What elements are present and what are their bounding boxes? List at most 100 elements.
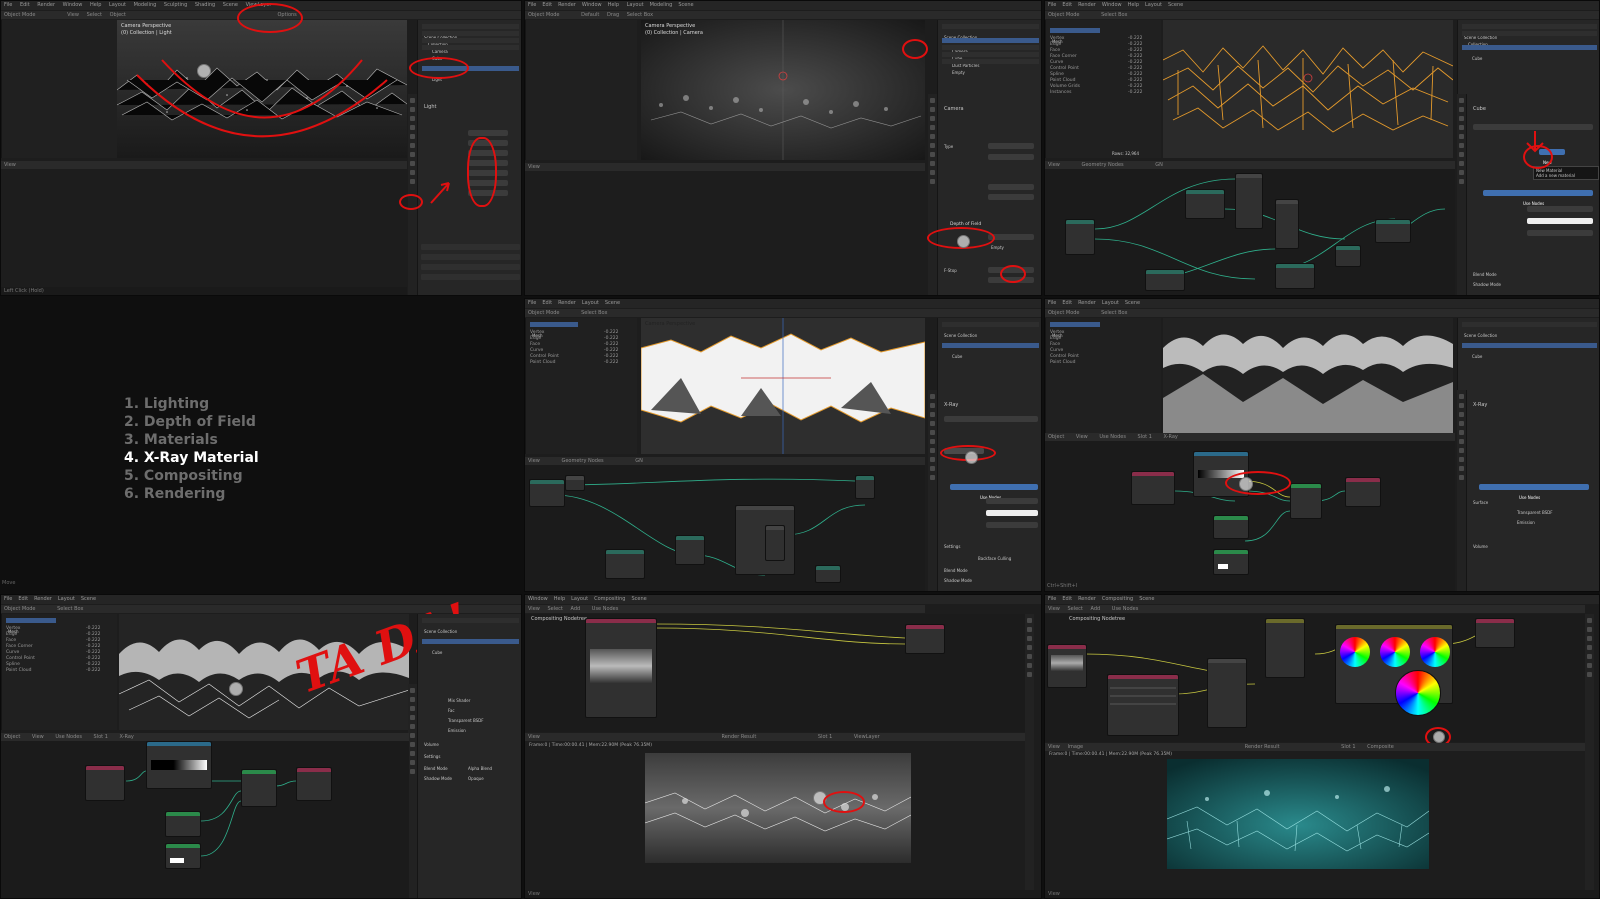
outliner-particles-2[interactable]: Dust Particles: [942, 52, 1039, 68]
spreadsheet-mesh-4[interactable]: Mesh: [530, 322, 578, 338]
light-subpanel-4[interactable]: [421, 274, 520, 280]
spreadsheet-mesh-6[interactable]: Mesh: [6, 618, 56, 634]
outliner-scene-collection[interactable]: Scene Collection: [422, 24, 519, 40]
final-teal-render[interactable]: [1167, 759, 1429, 869]
color-field[interactable]: [1527, 218, 1593, 224]
render-image-7[interactable]: [645, 753, 911, 863]
menu-render[interactable]: Render: [37, 2, 55, 8]
properties-tabs-6[interactable]: [408, 684, 417, 898]
material-output-node-5[interactable]: [1345, 477, 1381, 507]
light-subpanel-2[interactable]: [421, 254, 520, 260]
backface-label-4[interactable]: Backface Culling: [978, 556, 1011, 561]
surface-value-6[interactable]: Mix Shader: [448, 698, 470, 703]
mode-select[interactable]: Object Mode: [4, 12, 36, 18]
outliner-camera-2[interactable]: Camera: [942, 38, 1039, 54]
material-slot-4[interactable]: [944, 416, 1038, 422]
outliner-collection-3[interactable]: Collection: [1462, 31, 1597, 47]
color-wheel-gain[interactable]: [1420, 637, 1450, 667]
composite-node[interactable]: [905, 624, 945, 654]
tab-shading[interactable]: Shading: [195, 2, 215, 8]
mix-shader-node-6[interactable]: [241, 769, 277, 807]
use-nodes-button-4[interactable]: Use Nodes: [950, 484, 1038, 500]
mix-shader-node-5[interactable]: [1290, 483, 1322, 519]
shader-a-5[interactable]: Transparent BSDF: [1517, 510, 1553, 515]
shader-b-6[interactable]: Emission: [448, 728, 466, 733]
light-subpanel-1[interactable]: [421, 244, 520, 250]
properties-tabs-2[interactable]: [928, 94, 937, 295]
viewport-3d[interactable]: Camera Perspective (0) Collection | Ligh…: [117, 20, 407, 158]
geometry-node-editor-4[interactable]: [525, 465, 925, 591]
tab-modeling[interactable]: Modeling: [134, 2, 157, 8]
layer-weight-node-5[interactable]: [1131, 471, 1175, 505]
select-menu[interactable]: Select: [87, 12, 102, 18]
shift-y-field[interactable]: [988, 194, 1034, 200]
color-picker-wheel[interactable]: [1395, 670, 1441, 716]
layer-weight-node-6[interactable]: [85, 765, 125, 801]
gn-node-4b[interactable]: [565, 475, 585, 491]
compositor-sidebar-8[interactable]: [1585, 614, 1594, 898]
gn-node-4f[interactable]: [765, 525, 785, 561]
mix-node-8[interactable]: [1265, 618, 1305, 678]
viewport-3d-3[interactable]: [1163, 20, 1453, 158]
gn-node-g[interactable]: [1335, 245, 1361, 267]
outliner-collection[interactable]: Collection: [422, 31, 519, 47]
geometry-node-editor[interactable]: [1045, 169, 1455, 295]
outliner-cube-2[interactable]: Cube: [942, 45, 1039, 61]
render-layers-node[interactable]: [585, 618, 657, 718]
outliner-scene-6[interactable]: Scene Collection: [422, 618, 519, 634]
outliner-scene-5[interactable]: Scene Collection: [1462, 322, 1597, 338]
shadow-value-6[interactable]: Opaque: [468, 776, 484, 781]
outliner-cube-6[interactable]: Cube: [422, 639, 519, 655]
color-field-4[interactable]: [986, 510, 1038, 516]
blend-value-6[interactable]: Alpha Blend: [468, 766, 492, 771]
shift-x-field[interactable]: [988, 184, 1034, 190]
surface-field[interactable]: [1527, 206, 1593, 212]
fac-6[interactable]: Fac: [448, 708, 455, 713]
gn-node-input[interactable]: [1065, 219, 1095, 255]
menu-edit[interactable]: Edit: [20, 2, 30, 8]
outliner-camera[interactable]: Camera: [422, 38, 519, 54]
light-field-1[interactable]: [468, 130, 508, 136]
properties-tabs-3[interactable]: [1457, 94, 1466, 295]
gn-node-4a[interactable]: [529, 479, 565, 507]
outliner-scene-3[interactable]: Scene Collection: [1462, 24, 1597, 40]
shader-a-6[interactable]: Transparent BSDF: [448, 718, 484, 723]
camera-type-field[interactable]: [988, 143, 1034, 149]
surface-field-4[interactable]: [986, 498, 1038, 504]
glare-node-8[interactable]: [1107, 674, 1179, 736]
spreadsheet-mesh-5[interactable]: Mesh: [1050, 322, 1100, 338]
color-ramp-node-6[interactable]: [146, 741, 212, 789]
gn-node-4h[interactable]: [815, 565, 841, 583]
light-subpanel-3[interactable]: [421, 264, 520, 270]
shader-b-5[interactable]: Emission: [1517, 520, 1535, 525]
menu-window[interactable]: Window: [63, 2, 83, 8]
menu-help[interactable]: Help: [90, 2, 101, 8]
color-node-8[interactable]: [1207, 658, 1247, 728]
shader-node-editor-5[interactable]: [1045, 441, 1455, 591]
material-output-node-6[interactable]: [296, 767, 332, 801]
viewport-3d-5[interactable]: [1163, 318, 1453, 434]
emission-node-5[interactable]: [1213, 549, 1249, 575]
transparent-node-5[interactable]: [1213, 515, 1249, 539]
compositor-sidebar[interactable]: [1025, 614, 1034, 898]
gn-node-4d[interactable]: [675, 535, 705, 565]
spreadsheet-mesh[interactable]: Mesh: [1050, 28, 1100, 44]
render-layers-node-8[interactable]: [1047, 644, 1087, 688]
gn-node-4c[interactable]: [605, 549, 645, 579]
transparent-node-6[interactable]: [165, 811, 201, 837]
gn-node-4g[interactable]: [855, 475, 875, 499]
gn-node-e[interactable]: [1145, 269, 1185, 291]
strength-field[interactable]: [1527, 230, 1593, 236]
color-wheel-gamma[interactable]: [1380, 637, 1410, 667]
outliner-scene-4[interactable]: Scene Collection: [942, 322, 1039, 338]
shader-node-editor-6[interactable]: [1, 741, 409, 898]
gn-node-a[interactable]: [1185, 189, 1225, 219]
tab-layout[interactable]: Layout: [109, 2, 126, 8]
compositor-node-editor[interactable]: Compositing Nodetree: [525, 614, 1025, 732]
emission-node-6[interactable]: [165, 843, 201, 869]
properties-tabs-5[interactable]: [1457, 390, 1466, 591]
object-menu[interactable]: Object: [110, 12, 126, 18]
composite-node-8[interactable]: [1475, 618, 1515, 648]
focal-length-field[interactable]: [988, 154, 1034, 160]
strength-field-4[interactable]: [986, 522, 1038, 528]
